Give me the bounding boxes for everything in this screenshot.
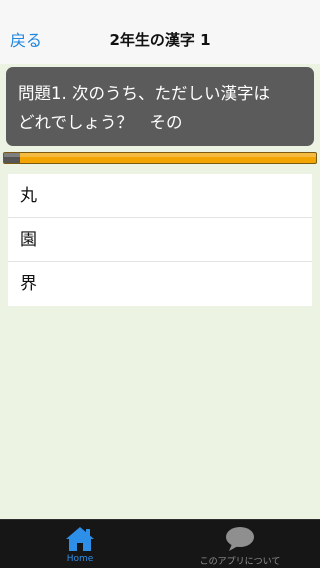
answer-option-3[interactable]: 界	[8, 262, 312, 306]
tab-home-label: Home	[66, 554, 94, 564]
question-text-line-2: どれでしょう？ その	[18, 113, 183, 132]
answer-list: 丸 園 界	[8, 174, 312, 306]
answer-option-1[interactable]: 丸	[8, 174, 312, 218]
question-text-line-1: 問題1. 次のうち、ただしい漢字は	[18, 84, 270, 103]
tab-home[interactable]: Home	[0, 520, 160, 568]
progress-fill	[4, 153, 20, 163]
tab-about-label: このアプリについて	[199, 557, 281, 567]
tab-bar: Home このアプリについて	[0, 519, 320, 568]
page-title: 2年生の漢字 1	[109, 31, 211, 49]
tab-about[interactable]: このアプリについて	[160, 520, 320, 568]
question-box: 問題1. 次のうち、ただしい漢字は どれでしょう？ その	[6, 67, 314, 146]
speech-bubble-icon	[226, 527, 254, 551]
navigation-bar: 戻る 2年生の漢字 1	[0, 0, 320, 64]
answer-option-2[interactable]: 園	[8, 218, 312, 262]
home-icon	[66, 527, 94, 551]
progress-bar	[3, 152, 317, 164]
